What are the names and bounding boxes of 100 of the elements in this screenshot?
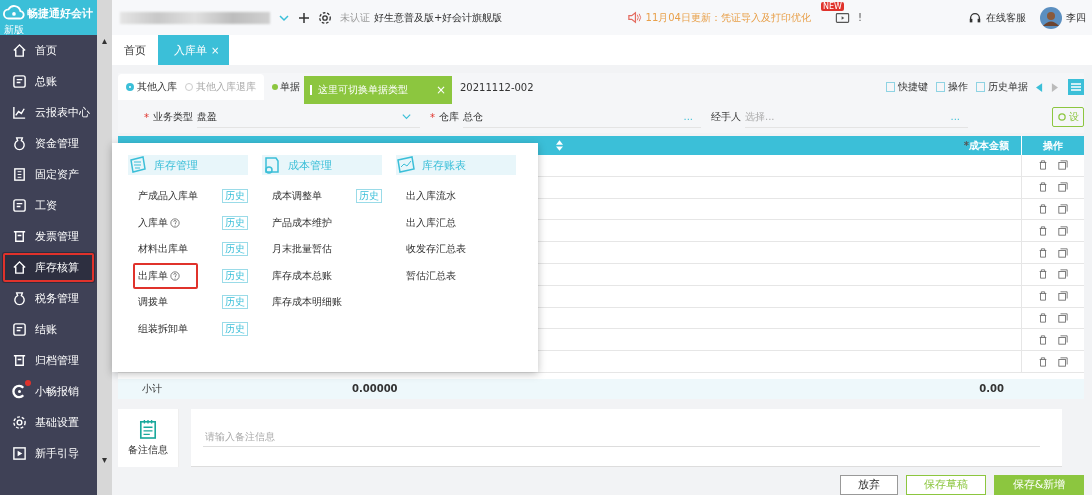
invoice-icon bbox=[12, 229, 27, 244]
document-number: 20211112-002 bbox=[460, 81, 534, 93]
online-support-link[interactable]: 在线客服 bbox=[986, 10, 1026, 25]
section-title: 成本管理 bbox=[288, 157, 332, 173]
menu-item[interactable]: 调拨单 bbox=[133, 289, 173, 316]
user-name[interactable]: 李四 bbox=[1066, 10, 1086, 25]
menu-item[interactable]: 材料出库单 bbox=[133, 236, 193, 263]
subtotal-label: 小计 bbox=[142, 381, 162, 396]
copy-icon[interactable] bbox=[1058, 160, 1068, 171]
sidebar-item[interactable]: 云报表中心 bbox=[2, 97, 95, 128]
invoice-icon bbox=[12, 353, 27, 368]
help-icon[interactable] bbox=[170, 217, 180, 228]
sidebar-item[interactable]: 工资 bbox=[2, 190, 95, 221]
sidebar-item[interactable]: 库存核算 bbox=[2, 252, 95, 283]
sidebar-item[interactable]: 新手引导 bbox=[2, 438, 95, 469]
toolbar-link[interactable]: 快捷键 bbox=[886, 80, 928, 94]
headset-icon bbox=[968, 10, 982, 25]
scrollbar[interactable]: ▴ ▾ bbox=[97, 0, 112, 495]
menu-item[interactable]: 组装拆卸单 bbox=[133, 315, 193, 342]
remarks-field[interactable]: 请输入备注信息 bbox=[191, 408, 1062, 467]
avatar[interactable] bbox=[1040, 6, 1062, 29]
sidebar-item[interactable]: 基础设置 bbox=[2, 407, 95, 438]
sidebar-item[interactable]: 税务管理 bbox=[2, 283, 95, 314]
notification-dot bbox=[25, 380, 31, 386]
menu-item[interactable]: 收发存汇总表 bbox=[401, 236, 471, 263]
help-icon[interactable] bbox=[170, 270, 180, 281]
play-icon bbox=[12, 446, 27, 461]
delete-icon[interactable] bbox=[1038, 182, 1048, 193]
copy-icon[interactable] bbox=[1058, 312, 1068, 323]
menu-item[interactable]: 出入库流水 bbox=[401, 183, 461, 210]
field-label: 经手人 bbox=[711, 110, 741, 124]
field-label: 单据 bbox=[280, 80, 300, 94]
delete-icon[interactable] bbox=[1038, 269, 1048, 280]
delete-icon[interactable] bbox=[1038, 204, 1048, 214]
copy-icon[interactable] bbox=[1058, 334, 1068, 345]
column-header: *成本金额 bbox=[963, 138, 1010, 153]
copy-icon[interactable] bbox=[1058, 225, 1068, 236]
bag-icon bbox=[12, 291, 27, 306]
delete-icon[interactable] bbox=[1038, 356, 1048, 367]
delete-icon[interactable] bbox=[1038, 225, 1048, 236]
menu-item[interactable]: 成本调整单 bbox=[267, 183, 327, 210]
radio-option[interactable]: 其他入库 bbox=[126, 80, 177, 94]
menu-item[interactable]: 库存成本总账 bbox=[267, 262, 337, 289]
copy-icon[interactable] bbox=[1058, 269, 1068, 280]
scroll-down-icon[interactable]: ▾ bbox=[102, 455, 107, 465]
delete-icon[interactable] bbox=[1038, 334, 1048, 345]
required-mark: * bbox=[144, 111, 149, 123]
section-title: 库存管理 bbox=[154, 157, 198, 173]
plus-icon[interactable] bbox=[298, 11, 310, 24]
section-title: 库存账表 bbox=[422, 157, 466, 173]
remarks-label: 备注信息 bbox=[128, 442, 168, 457]
input-field[interactable]: 总仓 ... bbox=[463, 106, 701, 128]
ledger-icon bbox=[12, 322, 27, 337]
toolbar-link[interactable]: 操作 bbox=[936, 80, 968, 94]
chart-icon bbox=[12, 105, 27, 120]
delete-icon[interactable] bbox=[1038, 312, 1048, 323]
sidebar-item[interactable]: 总账 bbox=[2, 66, 95, 97]
field-label: 业务类型 bbox=[153, 110, 193, 124]
menu-item[interactable]: 产成品入库单 bbox=[133, 183, 203, 210]
sidebar-item[interactable]: 固定资产 bbox=[2, 159, 95, 190]
document-search-icon bbox=[262, 155, 282, 175]
chart-icon bbox=[396, 155, 416, 175]
sidebar-item[interactable]: 资金管理 bbox=[2, 128, 95, 159]
menu-item[interactable]: 入库单 bbox=[133, 209, 185, 236]
video-icon[interactable] bbox=[835, 10, 850, 25]
column-header: 操作 bbox=[1021, 136, 1084, 155]
copy-icon[interactable] bbox=[1058, 356, 1068, 367]
sort-icon[interactable] bbox=[556, 140, 563, 151]
scroll-up-icon[interactable]: ▴ bbox=[102, 36, 107, 46]
copy-icon[interactable] bbox=[1058, 182, 1068, 193]
action-button[interactable]: 放弃 bbox=[840, 474, 898, 495]
delete-icon[interactable] bbox=[1038, 291, 1048, 302]
sidebar-item[interactable]: 小畅报销 bbox=[2, 376, 95, 407]
sidebar-item[interactable]: 归档管理 bbox=[2, 345, 95, 376]
input-field[interactable]: 盘盈 bbox=[197, 106, 420, 128]
menu-item[interactable]: 月末批量暂估 bbox=[267, 236, 337, 263]
toolbar-link[interactable]: 历史单据 bbox=[976, 80, 1028, 94]
menu-item[interactable]: 出入库汇总 bbox=[401, 209, 461, 236]
delete-icon[interactable] bbox=[1038, 160, 1048, 171]
copy-icon[interactable] bbox=[1058, 247, 1068, 258]
home-icon bbox=[12, 260, 27, 275]
menu-item[interactable]: 暂估汇总表 bbox=[401, 262, 461, 289]
copy-icon[interactable] bbox=[1058, 291, 1068, 302]
field-label: 仓库 bbox=[439, 110, 459, 124]
menu-item[interactable]: 库存成本明细账 bbox=[267, 289, 347, 316]
copy-icon[interactable] bbox=[1058, 204, 1068, 214]
sidebar-item[interactable]: 结账 bbox=[2, 314, 95, 345]
subtotal-quantity: 0.00000 bbox=[352, 383, 398, 395]
menu-item[interactable]: 出库单 bbox=[133, 262, 198, 289]
certification-status: 未认证 bbox=[340, 10, 370, 25]
tooltip-text: 这里可切换单据类型 bbox=[318, 83, 409, 97]
home-icon bbox=[12, 43, 27, 58]
notepad-icon bbox=[139, 418, 157, 439]
bag-icon bbox=[12, 136, 27, 151]
sidebar-item[interactable]: 首页 bbox=[2, 35, 95, 66]
delete-icon[interactable] bbox=[1038, 247, 1048, 258]
sidebar-item[interactable]: 发票管理 bbox=[2, 221, 95, 252]
menu-item[interactable]: 产品成本维护 bbox=[267, 209, 337, 236]
previous-icon[interactable] bbox=[1036, 82, 1043, 92]
ledger-icon bbox=[12, 198, 27, 213]
